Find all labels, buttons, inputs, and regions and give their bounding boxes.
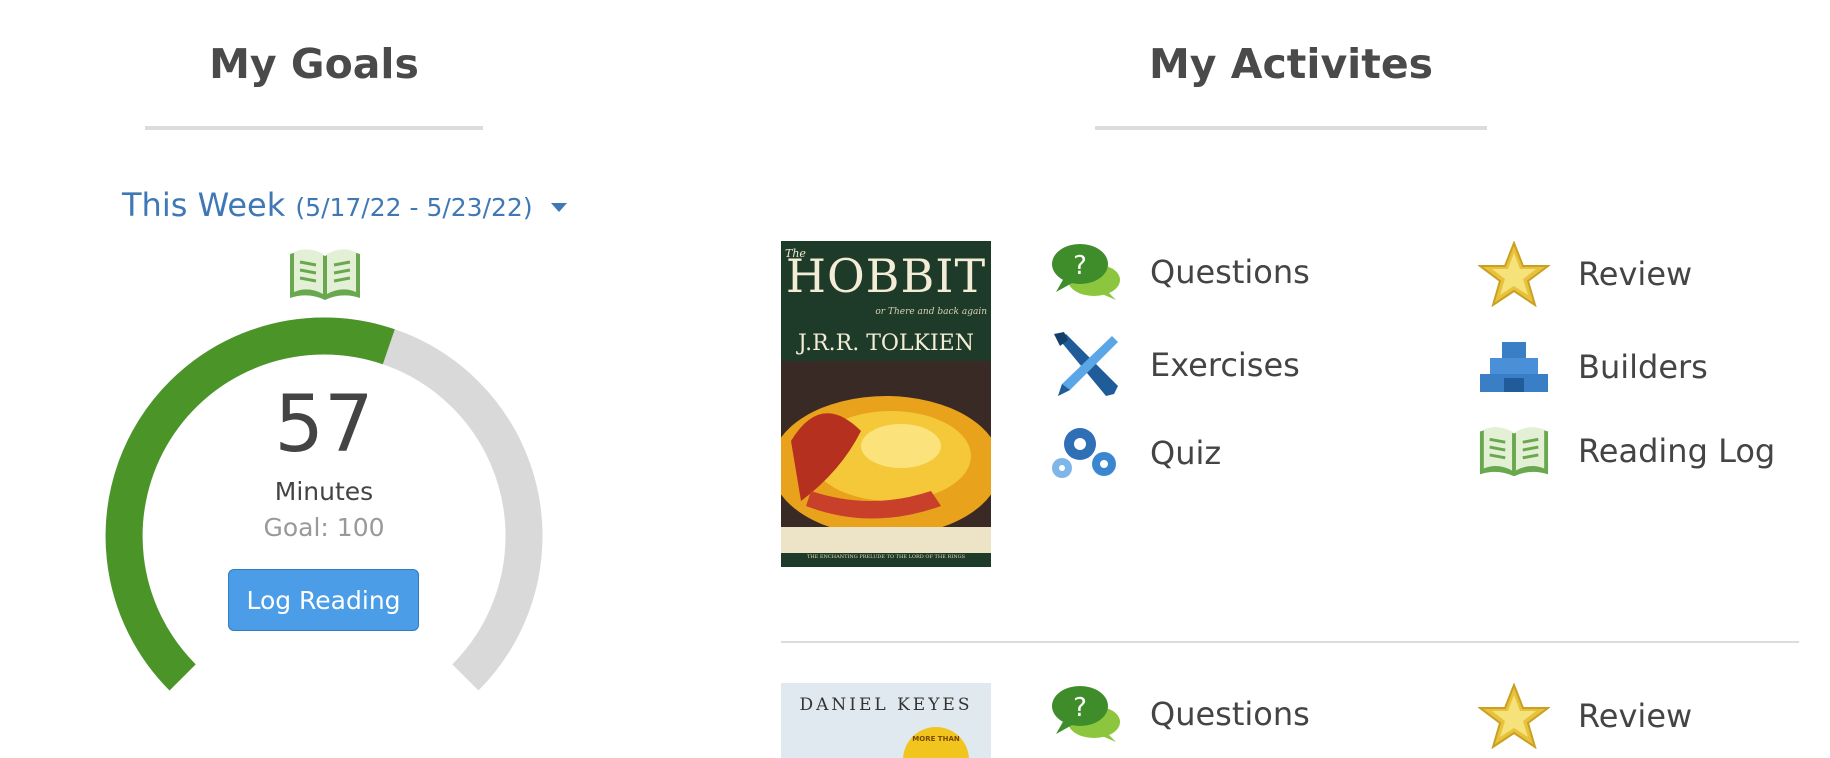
minutes-unit: Minutes	[274, 477, 374, 506]
activity-review[interactable]: Review	[1478, 683, 1692, 749]
week-range: (5/17/22 - 5/23/22)	[295, 193, 533, 222]
week-selector[interactable]: This Week (5/17/22 - 5/23/22)	[122, 186, 567, 224]
book-cover-hobbit[interactable]: HOBBIT The or There and back again J.R.R…	[781, 241, 991, 567]
book-separator	[781, 641, 1799, 643]
activity-label: Review	[1578, 697, 1693, 735]
week-label: This Week	[122, 186, 286, 224]
cover-author: DANIEL KEYES	[799, 695, 973, 715]
cover-author: J.R.R. TOLKIEN	[798, 331, 974, 356]
minutes-value: 57	[274, 380, 374, 470]
book-icon	[1479, 427, 1549, 477]
activity-exercises[interactable]: Exercises	[1050, 330, 1300, 400]
activity-builders[interactable]: Builders	[1478, 340, 1708, 394]
activity-questions[interactable]: ? Questions	[1050, 242, 1310, 302]
cover-badge: MORE THAN	[912, 735, 960, 743]
activity-label: Reading Log	[1578, 432, 1776, 470]
my-goals-heading: My Goals	[209, 40, 419, 88]
blocks-icon	[1480, 342, 1548, 392]
activity-label: Builders	[1578, 348, 1708, 386]
cover-title: HOBBIT	[785, 249, 987, 303]
pencil-brush-icon	[1054, 332, 1118, 396]
book-cover-daniel-keyes[interactable]: DANIEL KEYES MORE THAN	[781, 683, 991, 758]
activities-divider	[1095, 126, 1487, 130]
caret-down-icon	[550, 202, 567, 212]
activity-questions[interactable]: ? Questions	[1050, 684, 1310, 744]
activity-label: Review	[1578, 255, 1693, 293]
cover-subtitle: or There and back again	[875, 307, 987, 317]
gears-icon	[1052, 428, 1116, 478]
svg-text:?: ?	[1073, 693, 1087, 723]
questions-icon: ?	[1052, 244, 1120, 300]
activity-quiz[interactable]: Quiz	[1050, 424, 1221, 482]
star-icon	[1478, 241, 1550, 307]
activity-label: Quiz	[1150, 434, 1222, 472]
book-icon	[290, 249, 360, 300]
goals-divider	[145, 126, 483, 130]
my-activities-heading: My Activites	[1148, 40, 1434, 88]
goal-text: Goal: 100	[263, 513, 385, 542]
cover-title-prefix: The	[785, 247, 806, 260]
log-reading-button[interactable]: Log Reading	[228, 569, 419, 631]
activity-reading-log[interactable]: Reading Log	[1478, 421, 1775, 481]
activity-label: Exercises	[1150, 346, 1300, 384]
activity-label: Questions	[1150, 695, 1310, 733]
activity-review[interactable]: Review	[1478, 241, 1692, 307]
cover-tagline: THE ENCHANTING PRELUDE TO THE LORD OF TH…	[806, 554, 966, 560]
star-icon	[1478, 683, 1550, 749]
questions-icon: ?	[1052, 686, 1120, 742]
activity-label: Questions	[1150, 253, 1310, 291]
svg-text:?: ?	[1073, 251, 1087, 281]
